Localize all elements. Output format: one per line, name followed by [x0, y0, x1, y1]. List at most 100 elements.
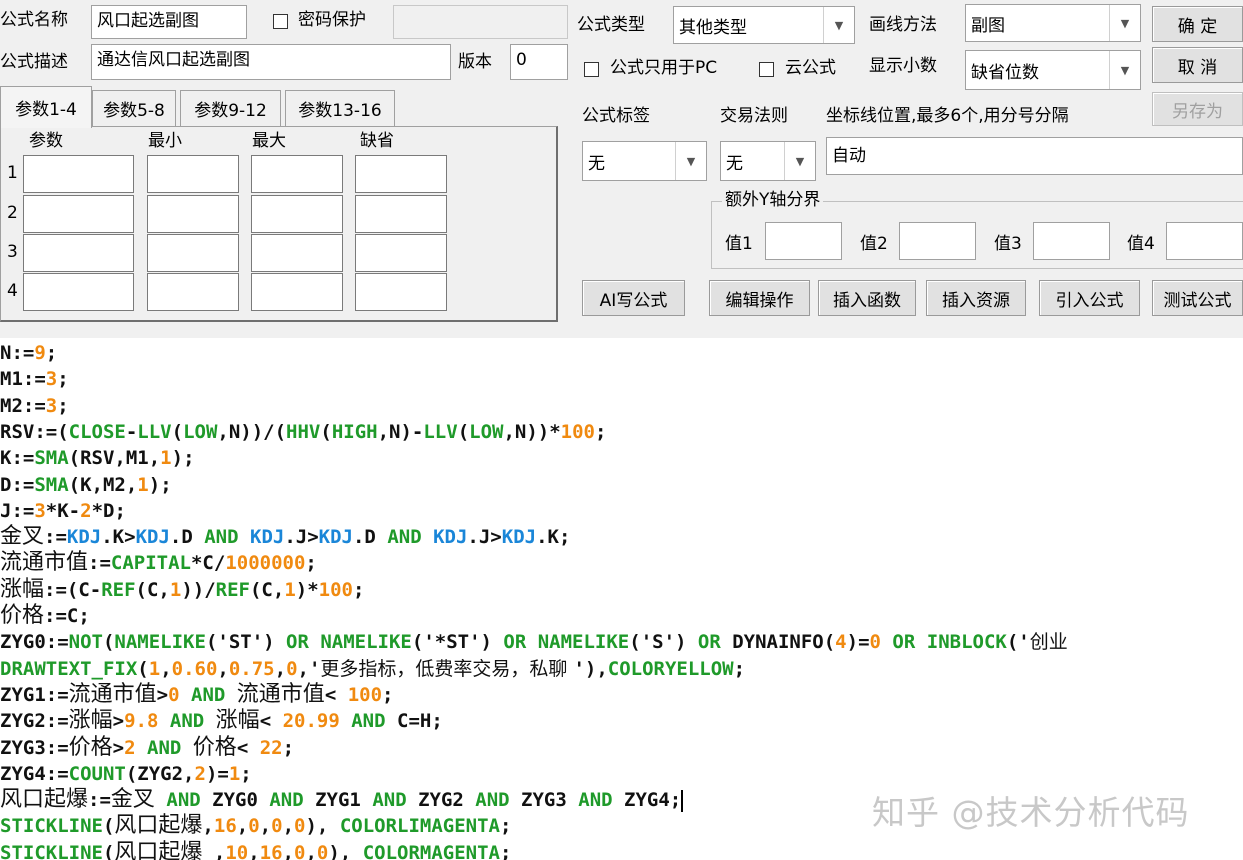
- code-token: 涨幅: [215, 708, 260, 734]
- coord-line-input[interactable]: 自动: [826, 137, 1243, 175]
- code-token: (: [102, 841, 115, 860]
- code-token: (ZYG2,: [125, 762, 195, 785]
- code-line: STICKLINE(风口起爆,16,0,0,0), COLORLIMAGENTA…: [0, 813, 511, 839]
- code-token: 金叉: [0, 524, 45, 550]
- code-token: 0: [316, 841, 329, 860]
- y-val2-input[interactable]: [899, 222, 976, 260]
- code-token: 风口起爆: [114, 813, 203, 839]
- param-min-input[interactable]: [147, 273, 239, 311]
- param-name-input[interactable]: [23, 195, 134, 233]
- version-input[interactable]: 0: [510, 44, 568, 80]
- param-default-input[interactable]: [355, 234, 447, 272]
- formula-type-select[interactable]: 其他类型 ▼: [673, 6, 855, 44]
- save-as-button[interactable]: 另存为: [1152, 92, 1243, 126]
- param-name-input[interactable]: [23, 234, 134, 272]
- code-token: ZYG3: [509, 789, 579, 812]
- password-protect-checkbox[interactable]: [273, 14, 288, 29]
- pc-only-checkbox[interactable]: [584, 62, 599, 77]
- decimals-select[interactable]: 缺省位数 ▼: [965, 50, 1141, 90]
- param-default-input[interactable]: [355, 273, 447, 311]
- formula-code-editor[interactable]: N:=9; M1:=3; M2:=3; RSV:=(CLOSE-LLV(LOW,N))…: [0, 338, 1243, 860]
- code-token: >: [156, 683, 169, 706]
- code-token: NAMELIKE: [320, 631, 412, 654]
- formula-desc-input[interactable]: 通达信风口起选副图: [91, 44, 451, 80]
- y-val4-input[interactable]: [1166, 222, 1243, 260]
- code-token: ;: [57, 394, 69, 417]
- code-token: REF: [215, 578, 250, 601]
- code-token: 16: [259, 841, 283, 860]
- decimals-label: 显示小数: [869, 56, 937, 76]
- param-min-input[interactable]: [147, 195, 239, 233]
- code-token: 风口起爆: [114, 839, 203, 860]
- draw-method-select[interactable]: 副图 ▼: [965, 4, 1141, 42]
- code-token: 10: [225, 841, 249, 860]
- code-token: 价格: [0, 603, 45, 628]
- tab-params-5-8[interactable]: 参数5-8: [92, 90, 176, 126]
- ok-button[interactable]: 确 定: [1152, 6, 1243, 42]
- code-token: DYNAINFO(: [720, 631, 836, 654]
- chevron-down-icon[interactable]: ▼: [823, 7, 854, 43]
- code-token: *C/: [190, 552, 226, 575]
- import-formula-button[interactable]: 引入公式: [1039, 280, 1140, 316]
- param-max-input[interactable]: [251, 234, 343, 272]
- password-input[interactable]: [393, 5, 568, 39]
- code-token: ),: [305, 815, 340, 838]
- test-formula-button[interactable]: 测试公式: [1152, 280, 1243, 316]
- param-max-input[interactable]: [251, 195, 343, 233]
- code-token: RSV:=(: [0, 420, 69, 443]
- insert-function-button[interactable]: 插入函数: [818, 280, 916, 316]
- tab-params-9-12[interactable]: 参数9-12: [180, 90, 281, 126]
- code-token: ,: [282, 841, 294, 860]
- param-default-input[interactable]: [355, 195, 447, 233]
- code-token: OR: [697, 631, 721, 654]
- code-token: ,: [274, 657, 287, 680]
- chevron-down-icon[interactable]: ▼: [784, 142, 815, 180]
- code-token: ('S'): [629, 631, 698, 654]
- code-token: ;: [499, 815, 512, 838]
- chevron-down-icon[interactable]: ▼: [1109, 51, 1140, 89]
- param-min-input[interactable]: [147, 234, 239, 272]
- param-default-input[interactable]: [355, 155, 447, 193]
- code-token: .J>: [467, 526, 502, 549]
- code-token: COLORLIMAGENTA: [339, 815, 500, 838]
- default-col-header: 缺省: [360, 131, 394, 151]
- chevron-down-icon[interactable]: ▼: [675, 142, 706, 180]
- code-token: *D;: [91, 499, 126, 522]
- code-token: ;: [305, 552, 317, 575]
- code-token: ),: [328, 841, 363, 860]
- cloud-formula-checkbox[interactable]: [759, 62, 774, 77]
- tab-params-1-4[interactable]: 参数1-4: [0, 86, 92, 128]
- code-token: ;: [45, 342, 58, 364]
- code-token: KDJ: [433, 526, 468, 549]
- param-name-input[interactable]: [23, 155, 134, 193]
- param-max-input[interactable]: [251, 155, 343, 193]
- param-min-input[interactable]: [147, 155, 239, 193]
- code-token: 涨幅: [0, 576, 45, 602]
- formula-name-input[interactable]: 风口起选副图: [91, 5, 247, 39]
- insert-resource-button[interactable]: 插入资源: [926, 280, 1026, 316]
- param-name-input[interactable]: [23, 273, 134, 311]
- code-token: 1: [169, 578, 182, 601]
- code-line: 价格:=C;: [0, 603, 90, 629]
- cancel-button[interactable]: 取 消: [1152, 47, 1243, 83]
- y-val1-input[interactable]: [765, 222, 842, 260]
- code-token: ,: [236, 815, 249, 838]
- pc-only-label: 公式只用于PC: [610, 58, 718, 78]
- chevron-down-icon[interactable]: ▼: [1109, 5, 1140, 41]
- code-token: 0: [248, 815, 260, 838]
- trade-rule-select[interactable]: 无 ▼: [720, 141, 816, 181]
- formula-type-value: 其他类型: [679, 17, 747, 38]
- code-token: ('*ST'): [411, 631, 504, 654]
- code-token: LOW: [469, 420, 504, 443]
- param-max-input[interactable]: [251, 273, 343, 311]
- edit-operations-button[interactable]: 编辑操作: [709, 280, 810, 316]
- code-token: 1: [160, 447, 172, 470]
- ai-write-formula-button[interactable]: AI写公式: [582, 280, 685, 316]
- tab-params-13-16[interactable]: 参数13-16: [285, 90, 395, 126]
- y-val3-input[interactable]: [1033, 222, 1110, 260]
- formula-tag-select[interactable]: 无 ▼: [582, 141, 707, 181]
